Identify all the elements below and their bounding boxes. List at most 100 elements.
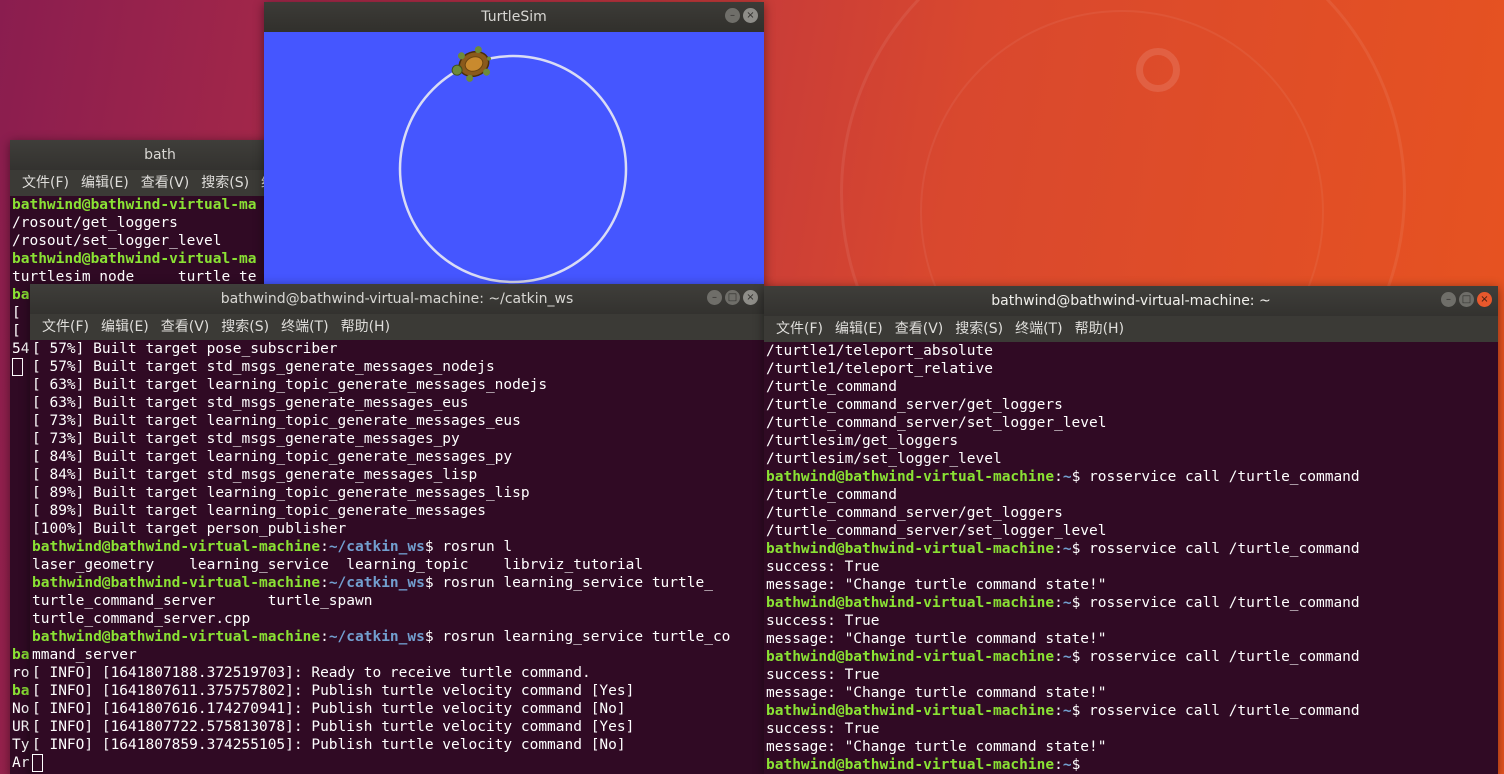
catkin-terminal-window[interactable]: bathwind@bathwind-virtual-machine: ~/cat… <box>30 284 764 774</box>
prompt-user: bathwind@bathwind-virtual-machine <box>766 469 1055 485</box>
terminal-text: $ rosservice call /turtle_command <box>1071 469 1360 485</box>
turtle-icon <box>451 46 492 82</box>
terminal-text: turtle_command_server.cpp <box>32 611 251 627</box>
prompt-path: ~ <box>1062 703 1072 719</box>
terminal-line: /turtlesim/get_loggers <box>766 432 1498 450</box>
terminal-text: Ar <box>12 755 30 771</box>
terminal-text: [ <box>12 323 21 339</box>
prompt-user: bathwind@bathwind-virtual-machine <box>766 541 1055 557</box>
wallpaper-dot <box>1136 48 1180 92</box>
terminal-text: : <box>320 539 329 555</box>
terminal-text: [ 89%] Built target learning_topic_gener… <box>32 485 530 501</box>
terminal-text: [ 57%] Built target std_msgs_generate_me… <box>32 359 495 375</box>
terminal-text: turtlesim_node turtle_te <box>12 269 257 285</box>
terminal-text: $ rosrun learning_service turtle_ <box>424 575 713 591</box>
menu-item[interactable]: 编辑(E) <box>829 316 889 342</box>
maximize-button[interactable]: □ <box>1459 292 1474 307</box>
prompt-user: bathwind@bathwind-virtual-machine <box>32 575 321 591</box>
prompt-user: ba <box>12 647 30 663</box>
terminal-line: message: "Change turtle command state!" <box>766 738 1498 756</box>
terminal-text: No <box>12 701 30 717</box>
window-title: bath <box>144 147 176 163</box>
terminal-line: [ 63%] Built target std_msgs_generate_me… <box>32 394 764 412</box>
terminal-line: turtle_command_server turtle_spawn <box>32 592 764 610</box>
terminal-text: [ 57%] Built target pose_subscriber <box>32 341 338 357</box>
home-terminal-titlebar[interactable]: bathwind@bathwind-virtual-machine: ~ – □… <box>764 286 1498 316</box>
close-button[interactable]: × <box>743 290 758 305</box>
menu-item[interactable]: 搜索(S) <box>949 316 1009 342</box>
turtlesim-titlebar[interactable]: TurtleSim – × <box>264 2 764 32</box>
terminal-text: /turtlesim/set_logger_level <box>766 451 1002 467</box>
text-cursor <box>32 754 43 772</box>
terminal-text: ro <box>12 665 30 681</box>
terminal-line: turtle_command_server.cpp <box>32 610 764 628</box>
terminal-line: /turtle_command_server/set_logger_level <box>766 522 1498 540</box>
menu-item[interactable]: 搜索(S) <box>215 314 275 340</box>
terminal-text: mmand_server <box>32 647 137 663</box>
terminal-line: success: True <box>766 612 1498 630</box>
terminal-line: bathwind@bathwind-virtual-machine:~$ ros… <box>766 468 1498 486</box>
menu-item[interactable]: 编辑(E) <box>95 314 155 340</box>
menu-item[interactable]: 文件(F) <box>16 170 75 196</box>
terminal-text: /turtle1/teleport_relative <box>766 361 993 377</box>
terminal-text: [ 73%] Built target std_msgs_generate_me… <box>32 431 460 447</box>
terminal-line: success: True <box>766 558 1498 576</box>
menu-item[interactable]: 帮助(H) <box>1069 316 1130 342</box>
terminal-text: success: True <box>766 559 880 575</box>
terminal-output[interactable]: [ 57%] Built target pose_subscriber [ 57%… <box>30 340 764 774</box>
terminal-text: /turtle_command_server/set_logger_level <box>766 415 1107 431</box>
menu-item[interactable]: 编辑(E) <box>75 170 135 196</box>
terminal-text: [ 84%] Built target std_msgs_generate_me… <box>32 467 478 483</box>
terminal-text: : <box>320 575 329 591</box>
terminal-line: [ 57%] Built target pose_subscriber <box>32 340 764 358</box>
terminal-text: $ rosservice call /turtle_command <box>1071 541 1360 557</box>
terminal-text: [ INFO] [1641807616.174270941]: Publish … <box>32 701 626 717</box>
minimize-button[interactable]: – <box>1441 292 1456 307</box>
menu-item[interactable]: 搜索(S) <box>195 170 255 196</box>
terminal-line <box>32 754 764 772</box>
menu-item[interactable]: 查看(V) <box>889 316 950 342</box>
home-terminal-window[interactable]: bathwind@bathwind-virtual-machine: ~ – □… <box>764 286 1498 774</box>
turtle-trail-svg <box>398 46 628 284</box>
terminal-text: /turtlesim/get_loggers <box>766 433 959 449</box>
terminal-text: Ty <box>12 737 30 753</box>
terminal-line: message: "Change turtle command state!" <box>766 576 1498 594</box>
terminal-line: [ INFO] [1641807611.375757802]: Publish … <box>32 682 764 700</box>
terminal-text: [100%] Built target person_publisher <box>32 521 347 537</box>
terminal-line: laser_geometry learning_service learning… <box>32 556 764 574</box>
prompt-path: ~/catkin_ws <box>328 629 425 645</box>
prompt-user: bathwind@bathwind-virtual-ma <box>12 197 257 213</box>
terminal-output[interactable]: /turtle1/teleport_absolute/turtle1/telep… <box>764 342 1498 774</box>
menubar: 文件(F) 编辑(E) 查看(V) 搜索(S) 终端(T) 帮助(H) <box>30 314 764 340</box>
turtlesim-window[interactable]: TurtleSim – × <box>264 2 764 292</box>
menu-item[interactable]: 文件(F) <box>36 314 95 340</box>
terminal-text: success: True <box>766 667 880 683</box>
close-button[interactable]: × <box>1477 292 1492 307</box>
terminal-line: [ 89%] Built target learning_topic_gener… <box>32 502 764 520</box>
terminal-text: : <box>320 629 329 645</box>
terminal-text: laser_geometry learning_service learning… <box>32 557 644 573</box>
catkin-terminal-titlebar[interactable]: bathwind@bathwind-virtual-machine: ~/cat… <box>30 284 764 314</box>
prompt-user: bathwind@bathwind-virtual-ma <box>12 251 257 267</box>
terminal-text: : <box>1054 469 1063 485</box>
menu-item[interactable]: 终端(T) <box>275 314 334 340</box>
menu-item[interactable]: 查看(V) <box>135 170 196 196</box>
prompt-user: bathwind@bathwind-virtual-machine <box>32 539 321 555</box>
terminal-line: bathwind@bathwind-virtual-machine:~/catk… <box>32 574 764 592</box>
terminal-text: turtle_command_server turtle_spawn <box>32 593 373 609</box>
menu-item[interactable]: 文件(F) <box>770 316 829 342</box>
terminal-text: message: "Change turtle command state!" <box>766 577 1107 593</box>
terminal-text: success: True <box>766 613 880 629</box>
prompt-path: ~/catkin_ws <box>328 575 425 591</box>
maximize-button[interactable]: □ <box>725 290 740 305</box>
window-controls: – × <box>725 8 758 23</box>
terminal-text: /turtle_command <box>766 487 897 503</box>
menu-item[interactable]: 帮助(H) <box>335 314 396 340</box>
terminal-line: [ INFO] [1641807859.374255105]: Publish … <box>32 736 764 754</box>
menu-item[interactable]: 终端(T) <box>1009 316 1068 342</box>
terminal-line: [ 84%] Built target learning_topic_gener… <box>32 448 764 466</box>
close-button[interactable]: × <box>743 8 758 23</box>
minimize-button[interactable]: – <box>707 290 722 305</box>
minimize-button[interactable]: – <box>725 8 740 23</box>
menu-item[interactable]: 查看(V) <box>155 314 216 340</box>
